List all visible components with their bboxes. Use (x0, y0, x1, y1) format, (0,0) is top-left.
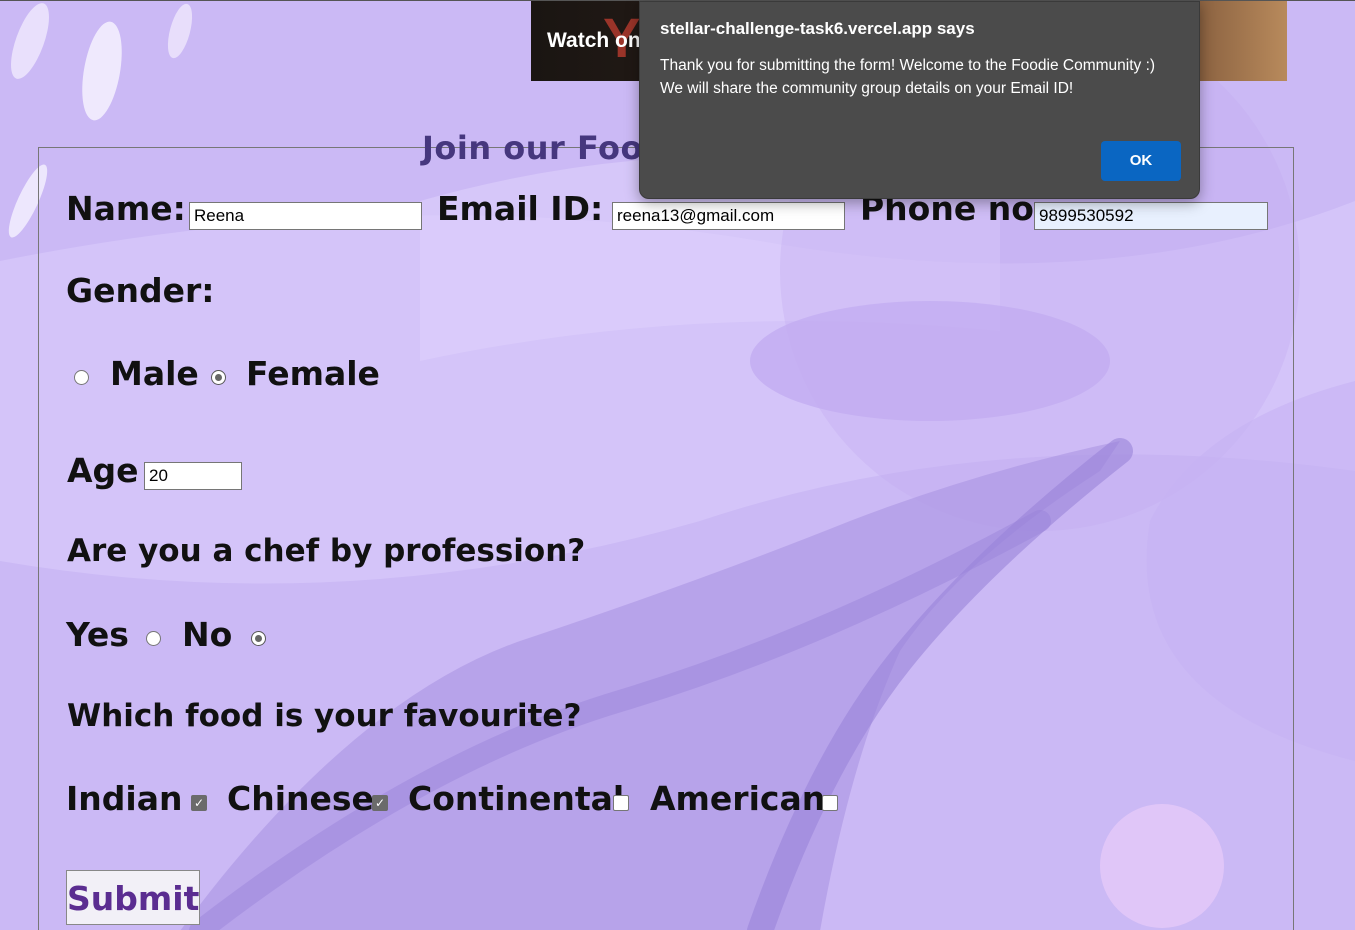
food-indian-label: Indian (66, 779, 183, 818)
chef-question: Are you a chef by profession? (67, 533, 586, 569)
food-continental-label: Continental (408, 779, 625, 818)
gender-female-radio[interactable] (211, 370, 226, 385)
gender-male-radio[interactable] (74, 370, 89, 385)
watch-on-label[interactable]: Watch on (547, 29, 641, 53)
alert-dialog: stellar-challenge-task6.vercel.app says … (639, 1, 1200, 199)
submit-button[interactable]: Submit (66, 870, 200, 925)
ok-button[interactable]: OK (1101, 141, 1181, 181)
food-indian-checkbox[interactable]: ✓ (191, 795, 207, 811)
email-label: Email ID: (437, 189, 604, 228)
gender-male-label: Male (110, 354, 199, 393)
food-american-checkbox[interactable] (822, 795, 838, 811)
age-label: Age (67, 451, 139, 490)
food-question: Which food is your favourite? (67, 698, 582, 734)
chef-yes-radio[interactable] (146, 631, 161, 646)
gender-label: Gender: (66, 271, 215, 310)
name-label: Name: (66, 189, 186, 228)
food-chinese-checkbox[interactable]: ✓ (372, 795, 388, 811)
name-input[interactable]: Reena (189, 202, 422, 230)
food-american-label: American (650, 779, 826, 818)
food-chinese-label: Chinese (227, 779, 374, 818)
food-continental-checkbox[interactable] (613, 795, 629, 811)
dialog-title: stellar-challenge-task6.vercel.app says (660, 19, 975, 38)
chef-no-radio[interactable] (251, 631, 266, 646)
age-input[interactable]: 20 (144, 462, 242, 490)
chef-yes-label: Yes (66, 615, 129, 654)
phone-input[interactable]: 9899530592 (1034, 202, 1268, 230)
dialog-message: Thank you for submitting the form! Welco… (660, 57, 1156, 97)
email-input[interactable]: reena13@gmail.com (612, 202, 845, 230)
chef-no-label: No (182, 615, 233, 654)
gender-female-label: Female (246, 354, 380, 393)
form-legend: Join our Food (422, 129, 667, 167)
